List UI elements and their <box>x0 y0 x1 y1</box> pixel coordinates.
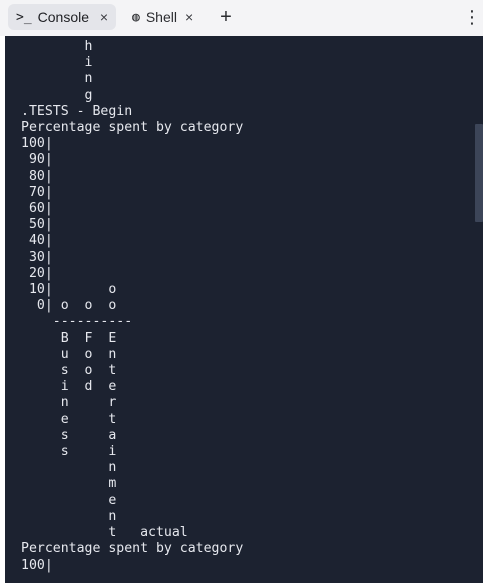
scroll-thumb[interactable] <box>475 124 483 222</box>
tab-console[interactable]: >_ Console × <box>8 4 116 30</box>
more-options-icon[interactable]: ⋮ <box>463 6 481 28</box>
console-text: h i n g .TESTS - Begin Percentage spent … <box>21 39 244 573</box>
terminal-icon: >_ <box>16 9 32 25</box>
close-icon[interactable]: × <box>100 9 108 25</box>
close-icon[interactable]: × <box>185 9 193 25</box>
new-tab-button[interactable]: + <box>216 6 236 28</box>
tab-label: Console <box>37 9 90 25</box>
bottom-strip <box>0 583 483 587</box>
tab-label: Shell <box>145 9 177 25</box>
tab-bar: >_ Console × ◍ Shell × + ⋮ <box>0 0 483 36</box>
tab-shell[interactable]: ◍ Shell × <box>124 4 210 30</box>
scrollbar[interactable] <box>473 36 483 583</box>
shell-icon: ◍ <box>132 9 140 25</box>
console-output[interactable]: h i n g .TESTS - Begin Percentage spent … <box>5 36 483 583</box>
